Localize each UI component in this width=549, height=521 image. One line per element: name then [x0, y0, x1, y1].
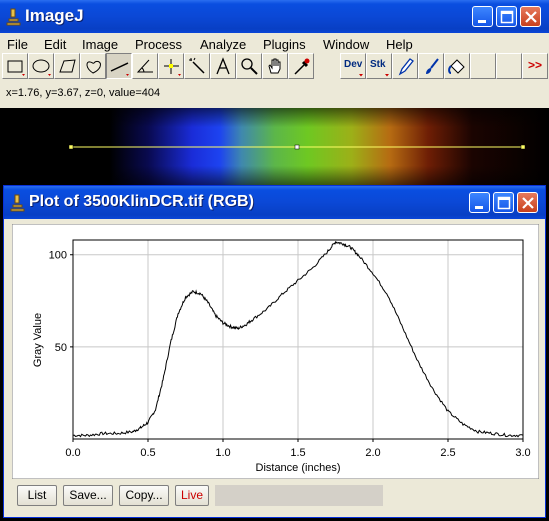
magnifier-tool[interactable]: [236, 53, 262, 79]
point-tool[interactable]: [158, 53, 184, 79]
status-bar: x=1.76, y=3.67, z=0, value=404: [0, 80, 549, 108]
menu-analyze[interactable]: Analyze: [200, 37, 246, 52]
flood-fill-tool[interactable]: [444, 53, 470, 79]
straight-line-tool[interactable]: [106, 53, 132, 79]
toolbar: Dev Stk >>: [0, 53, 549, 80]
pencil-tool-icon: [398, 58, 414, 76]
freehand-tool[interactable]: [80, 53, 106, 79]
microscope-icon: [10, 194, 25, 212]
oval-tool[interactable]: [28, 53, 54, 79]
status-text: x=1.76, y=3.67, z=0, value=404: [6, 87, 161, 99]
menu-process[interactable]: Process: [135, 37, 182, 52]
microscope-icon: [6, 8, 21, 26]
list-button[interactable]: List: [17, 485, 57, 506]
menu-help[interactable]: Help: [386, 37, 413, 52]
minimize-button[interactable]: [469, 192, 490, 213]
polygon-tool[interactable]: [54, 53, 80, 79]
more-tools-button[interactable]: >>: [522, 53, 548, 79]
stk-menu-tool[interactable]: Stk: [366, 53, 392, 79]
maximize-icon: [497, 196, 511, 210]
freehand-tool-icon: [86, 60, 101, 74]
oval-tool-icon: [32, 59, 51, 76]
minimize-icon: [478, 20, 486, 23]
empty-tool-slot: [496, 53, 522, 79]
line-end-handle[interactable]: [520, 144, 526, 150]
plot-status-field: [215, 485, 383, 506]
menu-edit[interactable]: Edit: [44, 37, 66, 52]
more-tools-icon: >>: [528, 58, 543, 72]
plot-background: [12, 224, 539, 479]
close-button[interactable]: [520, 6, 541, 27]
menu-file[interactable]: File: [7, 37, 28, 52]
x-tick-label: 1.0: [215, 447, 230, 459]
dev-menu-tool[interactable]: Dev: [340, 53, 366, 79]
image-canvas[interactable]: [0, 108, 549, 185]
x-tick-label: 0.5: [140, 447, 155, 459]
y-axis-label: Gray Value: [32, 313, 44, 367]
x-axis-label: Distance (inches): [256, 462, 341, 474]
straight-line-tool-icon: [110, 62, 129, 76]
maximize-icon: [500, 10, 514, 24]
plot-window: Plot of 3500KlinDCR.tif (RGB) 0.0 0.5 1.0 1…: [3, 185, 546, 518]
dropdown-arrow-icon: [359, 74, 363, 77]
close-icon: [522, 197, 534, 209]
polygon-tool-icon: [59, 59, 76, 73]
x-tick-label: 3.0: [515, 447, 530, 459]
y-tick-label: 50: [55, 342, 67, 354]
copy-button[interactable]: Copy...: [119, 485, 169, 506]
maximize-button[interactable]: [493, 192, 514, 213]
wand-tool-icon: [189, 57, 205, 74]
save-button[interactable]: Save...: [63, 485, 113, 506]
plot-title-bar[interactable]: Plot of 3500KlinDCR.tif (RGB): [4, 186, 545, 219]
dropdown-arrow-icon: [385, 74, 389, 77]
close-icon: [525, 11, 537, 23]
hand-tool-icon: [268, 58, 281, 74]
brush-tool[interactable]: [418, 53, 444, 79]
brush-tool-icon: [426, 58, 439, 74]
live-button[interactable]: Live: [175, 485, 209, 506]
window-title: ImageJ: [25, 6, 84, 25]
x-tick-label: 1.5: [290, 447, 305, 459]
menu-window[interactable]: Window: [323, 37, 369, 52]
y-tick-label: 100: [49, 250, 67, 262]
rectangle-tool[interactable]: [2, 53, 28, 79]
flood-fill-tool-icon: [448, 59, 465, 74]
x-tick-label: 2.0: [365, 447, 380, 459]
magnifier-tool-icon: [241, 58, 258, 75]
minimize-icon: [475, 206, 483, 209]
line-mid-handle[interactable]: [294, 144, 300, 150]
maximize-button[interactable]: [496, 6, 517, 27]
x-tick-label: 0.0: [65, 447, 80, 459]
empty-tool-slot: [470, 53, 496, 79]
line-start-handle[interactable]: [68, 144, 74, 150]
menu-plugins[interactable]: Plugins: [263, 37, 306, 52]
point-tool-icon: [164, 59, 181, 76]
wand-tool[interactable]: [184, 53, 210, 79]
plot-canvas: 0.0 0.5 1.0 1.5 2.0 2.5 3.0 50 100 Distance (inc…: [12, 224, 539, 479]
menu-bar: File Edit Image Process Analyze Plugins …: [0, 33, 549, 53]
text-tool[interactable]: [210, 53, 236, 79]
hand-tool[interactable]: [262, 53, 288, 79]
x-tick-label: 2.5: [440, 447, 455, 459]
close-button[interactable]: [517, 192, 538, 213]
dropper-tool[interactable]: [288, 53, 314, 79]
pencil-tool[interactable]: [392, 53, 418, 79]
minimize-button[interactable]: [472, 6, 493, 27]
angle-tool[interactable]: [132, 53, 158, 79]
menu-image[interactable]: Image: [82, 37, 118, 52]
rectangle-tool-icon: [7, 60, 25, 76]
plot-window-title: Plot of 3500KlinDCR.tif (RGB): [29, 193, 254, 210]
text-tool-icon: [216, 57, 230, 75]
angle-tool-icon: [136, 59, 153, 73]
imagej-title-bar[interactable]: ImageJ: [0, 0, 549, 33]
dropper-tool-icon: [294, 58, 310, 75]
